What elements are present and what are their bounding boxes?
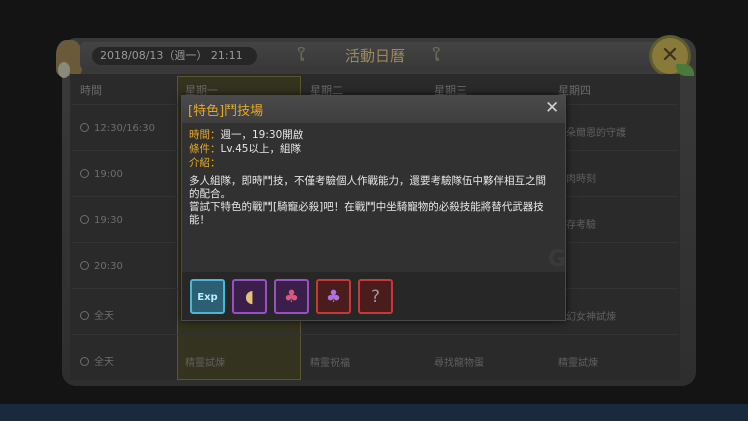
berry-branch-icon[interactable]: ♣: [274, 279, 309, 314]
time-row-2: 19:00: [80, 169, 123, 180]
event-detail-modal: [特色]鬥技場 ✕ 時間：週一，19:30開啟 條件：Lv.45以上，組隊 介紹…: [181, 95, 566, 321]
time-value: 週一，19:30開啟: [220, 129, 304, 141]
clock-icon: [80, 169, 89, 178]
condition-label: 條件：: [189, 143, 221, 155]
modal-header: [特色]鬥技場 ✕: [182, 96, 565, 123]
event-cell[interactable]: 朵爾恩的守護: [566, 124, 626, 139]
swirl-icon: ໃ: [432, 46, 441, 65]
event-cell[interactable]: 精靈試煉: [558, 354, 598, 369]
time-row-4: 20:30: [80, 261, 123, 272]
condition-value: Lv.45以上，組隊: [220, 143, 301, 155]
event-cell[interactable]: 尋找龍物蛋: [434, 354, 484, 369]
time-row-5: 全天: [80, 307, 114, 322]
modal-title: [特色]鬥技場: [188, 104, 264, 119]
close-icon[interactable]: ✕: [545, 98, 559, 118]
event-cell[interactable]: 精靈試煉: [185, 354, 225, 369]
reward-list: Exp ◖ ♣ ♣ ?: [182, 272, 565, 320]
watermark-icon: G: [548, 247, 567, 272]
time-label: 時間：: [189, 129, 221, 141]
row-divider: [72, 334, 678, 335]
time-row-6: 全天: [80, 353, 114, 368]
clock-icon: [80, 311, 89, 320]
calendar-title: 活動日曆: [344, 47, 405, 65]
event-cell[interactable]: 肉時刻: [566, 170, 596, 185]
modal-body: 時間：週一，19:30開啟 條件：Lv.45以上，組隊 介紹： 多人組隊，即時鬥…: [189, 128, 554, 227]
clock-icon: [80, 215, 89, 224]
description-paragraph: 多人組隊，即時鬥技，不僅考驗個人作戰能力，還要考驗隊伍中夥伴相互之間的配合。: [189, 175, 546, 200]
grape-icon[interactable]: ♣: [316, 279, 351, 314]
event-cell[interactable]: 存考驗: [566, 216, 596, 231]
event-cell[interactable]: 精靈祝福: [310, 354, 350, 369]
time-row-3: 19:30: [80, 215, 123, 226]
description-paragraph: 嘗試下特色的戰鬥[騎寵必殺]吧！在戰鬥中坐騎寵物的必殺技能將替代武器技能！: [189, 201, 544, 226]
condition-info: 條件：Lv.45以上，組隊: [189, 142, 554, 156]
bottom-strip: [0, 404, 748, 421]
clock-icon: [80, 123, 89, 132]
event-cell[interactable]: 幻女神試煉: [566, 308, 616, 323]
clock-icon: [80, 261, 89, 270]
mystery-item-icon[interactable]: ?: [358, 279, 393, 314]
exp-icon[interactable]: Exp: [190, 279, 225, 314]
datetime-display: 2018/08/13（週一） 21:11: [92, 47, 257, 65]
shell-icon[interactable]: ◖: [232, 279, 267, 314]
time-info: 時間：週一，19:30開啟: [189, 128, 554, 142]
clock-icon: [80, 357, 89, 366]
column-header-time: 時間: [80, 84, 102, 97]
intro-label: 介紹：: [189, 157, 221, 169]
time-row-1: 12:30/16:30: [80, 123, 155, 134]
ornament-orb-icon: [58, 62, 70, 78]
